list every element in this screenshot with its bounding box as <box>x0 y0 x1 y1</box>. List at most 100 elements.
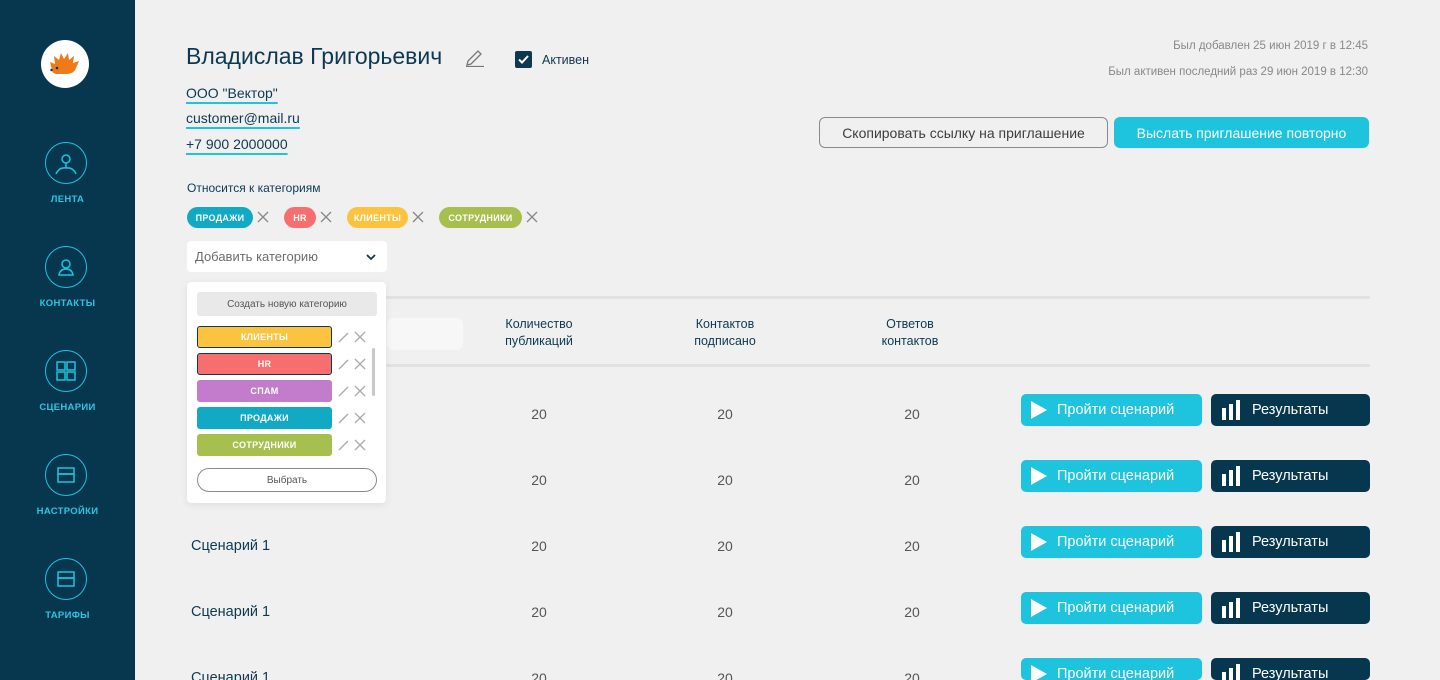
run-scenario-button[interactable]: Пройти сценарий <box>1021 658 1202 680</box>
subscribed-count: 20 <box>717 670 733 680</box>
sidebar-item-label: КОНТАКТЫ <box>39 298 96 309</box>
sidebar-item-label: СЦЕНАРИИ <box>39 402 96 413</box>
header-publications: Количество публикаций <box>505 317 573 348</box>
results-button[interactable]: Результаты <box>1211 460 1370 492</box>
results-button[interactable]: Результаты <box>1211 394 1370 426</box>
sidebar: ЛЕНТА КОНТАКТЫ СЦЕНАРИИ НАСТРОЙКИ ТАРИФЫ <box>0 0 135 680</box>
tag-employees: СОТРУДНИКИ <box>439 207 522 228</box>
bar-chart-icon <box>1222 532 1240 552</box>
tag-hr: HR <box>284 207 316 228</box>
company-link[interactable]: ООО "Вектор" <box>186 85 278 101</box>
active-label: Активен <box>542 53 590 67</box>
answers-count: 20 <box>904 604 920 620</box>
added-date: Был добавлен 25 июн 2019 г в 12:45 <box>1173 40 1368 52</box>
close-icon[interactable] <box>354 439 366 451</box>
subscribed-count: 20 <box>717 406 733 422</box>
scenario-name[interactable]: Сценарий 1 <box>191 538 270 554</box>
run-scenario-button[interactable]: Пройти сценарий <box>1021 460 1202 492</box>
subscribed-count: 20 <box>717 472 733 488</box>
answers-count: 20 <box>904 406 920 422</box>
dropdown-item-employees[interactable]: СОТРУДНИКИ <box>197 434 332 456</box>
play-icon <box>1031 467 1047 485</box>
tariffs-icon <box>45 558 87 600</box>
sidebar-item-scenarios[interactable]: СЦЕНАРИИ <box>0 350 135 430</box>
close-icon[interactable] <box>354 358 366 370</box>
hedgehog-logo-icon[interactable] <box>41 40 89 88</box>
scenario-name[interactable]: Сценарий 1 <box>191 670 270 680</box>
bar-chart-icon <box>1222 598 1240 618</box>
pencil-icon[interactable] <box>338 358 350 370</box>
play-icon <box>1031 665 1047 680</box>
play-icon <box>1031 533 1047 551</box>
subscribed-count: 20 <box>717 538 733 554</box>
dropdown-item-hr[interactable]: HR <box>197 353 332 375</box>
contact-name: Владислав Григорьевич <box>186 43 443 69</box>
sidebar-item-settings[interactable]: НАСТРОЙКИ <box>0 454 135 534</box>
close-icon[interactable] <box>354 412 366 424</box>
close-icon[interactable] <box>256 210 270 224</box>
contacts-icon <box>45 246 87 288</box>
run-scenario-button[interactable]: Пройти сценарий <box>1021 526 1202 558</box>
add-category-placeholder: Добавить категорию <box>195 249 318 264</box>
settings-icon <box>45 454 87 496</box>
resend-invite-button[interactable]: Выслать приглашение повторно <box>1114 117 1369 148</box>
run-label: Пройти сценарий <box>1057 666 1175 680</box>
dropdown-item-spam[interactable]: СПАМ <box>197 380 332 402</box>
play-icon <box>1031 599 1047 617</box>
tag-clients: КЛИЕНТЫ <box>347 207 408 228</box>
create-category-button[interactable]: Создать новую категорию <box>197 292 377 316</box>
table-row: Сценарий 1 20 20 20 Пройти сценарий Резу… <box>187 526 1370 566</box>
results-button[interactable]: Результаты <box>1211 592 1370 624</box>
sidebar-item-contacts[interactable]: КОНТАКТЫ <box>0 246 135 326</box>
dropdown-scrollbar[interactable] <box>372 348 375 396</box>
email-link[interactable]: customer@mail.ru <box>186 110 300 126</box>
pencil-edit-icon[interactable] <box>464 45 486 67</box>
play-icon <box>1031 401 1047 419</box>
close-icon[interactable] <box>411 210 425 224</box>
add-category-select[interactable]: Добавить категорию <box>187 241 387 272</box>
category-dropdown: Создать новую категорию КЛИЕНТЫ HR СПАМ … <box>187 282 386 503</box>
pencil-icon[interactable] <box>338 439 350 451</box>
copy-invite-link-button[interactable]: Скопировать ссылку на приглашение <box>819 117 1108 148</box>
choose-button[interactable]: Выбрать <box>197 468 377 492</box>
run-scenario-button[interactable]: Пройти сценарий <box>1021 394 1202 426</box>
scenarios-grid-icon <box>45 350 87 392</box>
publications-count: 20 <box>531 604 547 620</box>
table-search-input[interactable] <box>387 318 463 350</box>
results-button[interactable]: Результаты <box>1211 526 1370 558</box>
pencil-icon[interactable] <box>338 331 350 343</box>
phone-link[interactable]: +7 900 2000000 <box>186 136 288 152</box>
sidebar-item-label: ЛЕНТА <box>50 194 85 205</box>
header-answers: Ответов контактов <box>881 317 939 348</box>
answers-count: 20 <box>904 670 920 680</box>
run-label: Пройти сценарий <box>1057 402 1175 418</box>
publications-count: 20 <box>531 670 547 680</box>
scenario-name[interactable]: Сценарий 1 <box>191 604 270 620</box>
results-label: Результаты <box>1252 468 1329 484</box>
run-label: Пройти сценарий <box>1057 468 1175 484</box>
categories-title: Относится к категориям <box>187 181 321 195</box>
results-label: Результаты <box>1252 402 1329 418</box>
dropdown-item-sales[interactable]: ПРОДАЖИ <box>197 407 332 429</box>
table-row: Сценарий 1 20 20 20 Пройти сценарий Резу… <box>187 592 1370 632</box>
run-label: Пройти сценарий <box>1057 534 1175 550</box>
results-button[interactable]: Результаты <box>1211 658 1370 680</box>
sidebar-item-feed[interactable]: ЛЕНТА <box>0 142 135 222</box>
close-icon[interactable] <box>319 210 333 224</box>
results-label: Результаты <box>1252 666 1329 680</box>
pencil-icon[interactable] <box>338 412 350 424</box>
run-scenario-button[interactable]: Пройти сценарий <box>1021 592 1202 624</box>
checkmark-icon <box>518 55 529 64</box>
close-icon[interactable] <box>525 210 539 224</box>
active-checkbox[interactable] <box>515 51 532 68</box>
close-icon[interactable] <box>354 385 366 397</box>
close-icon[interactable] <box>354 331 366 343</box>
bar-chart-icon <box>1222 664 1240 680</box>
publications-count: 20 <box>531 472 547 488</box>
dropdown-item-clients[interactable]: КЛИЕНТЫ <box>197 326 332 348</box>
sidebar-item-tariffs[interactable]: ТАРИФЫ <box>0 558 135 638</box>
subscribed-count: 20 <box>717 604 733 620</box>
sidebar-item-label: НАСТРОЙКИ <box>36 506 99 517</box>
answers-count: 20 <box>904 538 920 554</box>
pencil-icon[interactable] <box>338 385 350 397</box>
